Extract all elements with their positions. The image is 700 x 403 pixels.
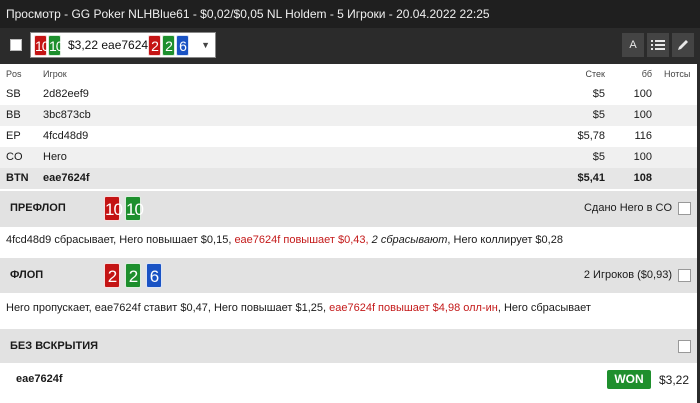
list-view-button[interactable] — [647, 33, 669, 57]
window-title: Просмотр - GG Poker NLHBlue61 - $0,02/$0… — [0, 0, 700, 28]
player-row-ep[interactable]: EP 4fcd48d9 $5,78 116 — [0, 126, 700, 147]
showdown-title: БЕЗ ВСКРЫТИЯ — [10, 340, 99, 352]
pencil-icon — [678, 40, 688, 50]
player-name: 2d82eef9 — [43, 88, 89, 100]
player-row-sb[interactable]: SB 2d82eef9 $5 100 — [0, 84, 700, 105]
preflop-actions: 4fcd48d9 сбрасывает, Hero повышает $0,15… — [6, 234, 563, 246]
player-stack: $5,41 — [577, 172, 605, 184]
flop-action-text: Hero пропускает, eae7624f ставит $0,47, … — [6, 302, 330, 314]
edit-button[interactable] — [672, 33, 694, 57]
flop-action-fold: , Hero сбрасывает — [497, 302, 591, 314]
toolbar: 10 10 $3,22 eae7624f 2 2 6 ▼ A — [0, 28, 700, 64]
player-stack: $5 — [592, 88, 605, 100]
chevron-down-icon: ▼ — [201, 40, 210, 50]
win-amount: $3,22 — [659, 373, 690, 387]
player-bb: 108 — [633, 172, 652, 184]
player-bb: 116 — [634, 130, 652, 142]
preflop-card-2: 10 — [125, 196, 144, 221]
hand-selector-label: $3,22 eae7624f — [68, 38, 152, 52]
hole-card-2: 10 — [48, 35, 64, 56]
board-card-2: 2 — [162, 35, 175, 56]
preflop-card-1: 10 — [104, 196, 123, 221]
player-bb: 100 — [633, 109, 652, 121]
header-player: Игрок — [43, 69, 67, 79]
player-pos: BTN — [6, 172, 29, 184]
board-card-1: 2 — [148, 35, 161, 56]
flop-card-1: 2 — [104, 263, 120, 288]
flop-card-3: 6 — [146, 263, 162, 288]
flop-checkbox[interactable] — [678, 269, 691, 282]
player-name: eae7624f — [43, 172, 90, 184]
select-hand-checkbox[interactable] — [10, 39, 22, 51]
player-stack: $5 — [592, 109, 605, 121]
won-badge: WON — [607, 370, 651, 389]
preflop-checkbox[interactable] — [678, 202, 691, 215]
winner-name: eae7624f — [16, 373, 63, 385]
preflop-title: ПРЕФЛОП — [10, 202, 66, 214]
player-row-co[interactable]: CO Hero $5 100 — [0, 147, 700, 168]
list-icon — [651, 40, 665, 50]
player-stack: $5,78 — [577, 130, 605, 142]
players-table: Pos Игрок Стек бб Нотсы SB 2d82eef9 $5 1… — [0, 64, 700, 189]
player-stack: $5 — [592, 151, 605, 163]
player-pos: SB — [6, 88, 21, 100]
preflop-action-text: 4fcd48d9 сбрасывает, Hero повышает $0,15… — [6, 234, 235, 246]
board-card-3: 6 — [176, 35, 189, 56]
player-row-bb[interactable]: BB 3bc873cb $5 100 — [0, 105, 700, 126]
preflop-action-call: , Hero коллирует $0,28 — [447, 234, 563, 246]
flop-pot-info: 2 Игроков ($0,93) — [583, 269, 672, 281]
flop-section-header: ФЛОП 2 2 6 2 Игроков ($0,93) — [0, 258, 700, 293]
players-table-header: Pos Игрок Стек бб Нотсы — [0, 64, 700, 84]
hand-selector-dropdown[interactable]: 10 10 $3,22 eae7624f 2 2 6 ▼ — [30, 32, 216, 58]
preflop-action-folds: 2 сбрасывают — [371, 234, 448, 246]
player-row-btn[interactable]: BTN eae7624f $5,41 108 — [0, 168, 700, 189]
header-stack: Стек — [585, 69, 605, 79]
player-name: 3bc873cb — [43, 109, 91, 121]
header-pos: Pos — [6, 69, 22, 79]
showdown-checkbox[interactable] — [678, 340, 691, 353]
flop-action-allin: eae7624f повышает $4,98 олл-ин — [329, 302, 498, 314]
flop-actions: Hero пропускает, eae7624f ставит $0,47, … — [6, 302, 591, 314]
player-name: 4fcd48d9 — [43, 130, 89, 142]
player-bb: 100 — [633, 88, 652, 100]
font-size-icon: A — [629, 39, 637, 51]
flop-card-2: 2 — [125, 263, 141, 288]
player-pos: BB — [6, 109, 21, 121]
preflop-section-header: ПРЕФЛОП 10 10 Сдано Hero в CO — [0, 191, 700, 227]
header-bb: бб — [641, 69, 652, 79]
flop-title: ФЛОП — [10, 269, 44, 281]
player-name: Hero — [43, 151, 67, 163]
preflop-dealt-info: Сдано Hero в CO — [583, 202, 672, 214]
showdown-section-header: БЕЗ ВСКРЫТИЯ — [0, 329, 700, 363]
preflop-action-raise: eae7624f повышает $0,43, — [234, 234, 372, 246]
font-size-button[interactable]: A — [622, 33, 644, 57]
player-pos: CO — [6, 151, 23, 163]
hole-card-1: 10 — [34, 35, 50, 56]
header-notes[interactable]: Нотсы — [664, 64, 690, 84]
player-bb: 100 — [633, 151, 652, 163]
player-pos: EP — [6, 130, 21, 142]
